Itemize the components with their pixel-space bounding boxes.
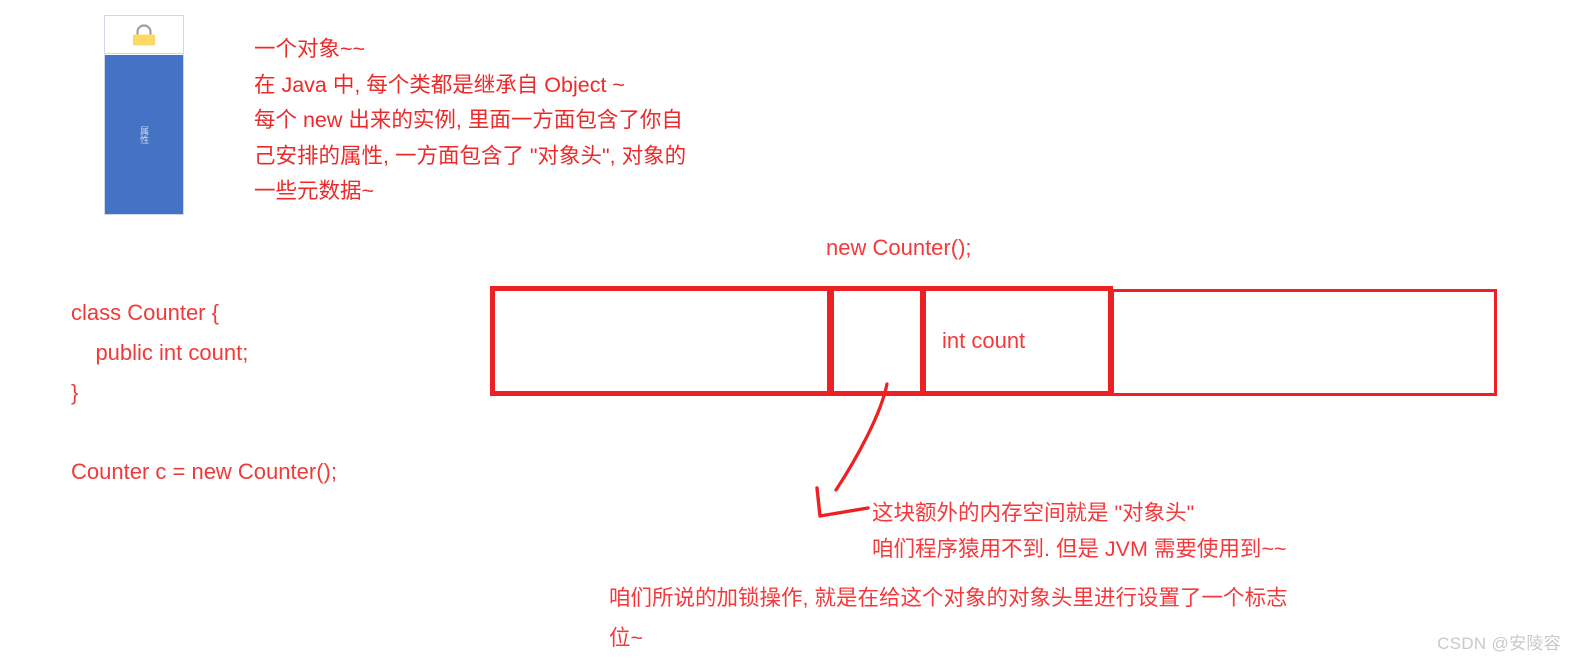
instantiation-code: Counter c = new Counter(); <box>71 459 337 484</box>
class-definition-code: class Counter { public int count; } <box>71 300 249 405</box>
object-illustration: 属性 <box>104 15 184 215</box>
object-attribute-label: 属性 <box>139 125 150 144</box>
object-illustration-header <box>105 16 183 54</box>
memory-cell-object-header <box>829 286 925 396</box>
csdn-watermark: CSDN @安陵容 <box>1437 634 1561 653</box>
note-lock-explanation: 咱们所说的加锁操作, 就是在给这个对象的对象头里进行设置了一个标志 位~ <box>609 586 1288 650</box>
memory-cell-padding-left <box>490 286 832 396</box>
memory-layout-diagram: int count <box>490 286 1497 398</box>
diagram-canvas: 属性 一个对象~~ 在 Java 中, 每个类都是继承自 Object ~ 每个… <box>0 0 1575 662</box>
memory-cell-padding-right <box>1111 289 1497 396</box>
memory-cell-int-count: int count <box>921 286 1113 396</box>
memory-cell-int-count-label: int count <box>942 328 1026 353</box>
memory-diagram-caption: new Counter(); <box>826 235 972 260</box>
note-jvm-usage: 咱们程序猿用不到. 但是 JVM 需要使用到~~ <box>872 537 1287 561</box>
padlock-icon <box>133 24 155 46</box>
intro-annotation: 一个对象~~ 在 Java 中, 每个类都是继承自 Object ~ 每个 ne… <box>254 37 687 203</box>
object-illustration-body: 属性 <box>105 55 183 214</box>
note-object-header: 这块额外的内存空间就是 "对象头" <box>872 501 1195 525</box>
